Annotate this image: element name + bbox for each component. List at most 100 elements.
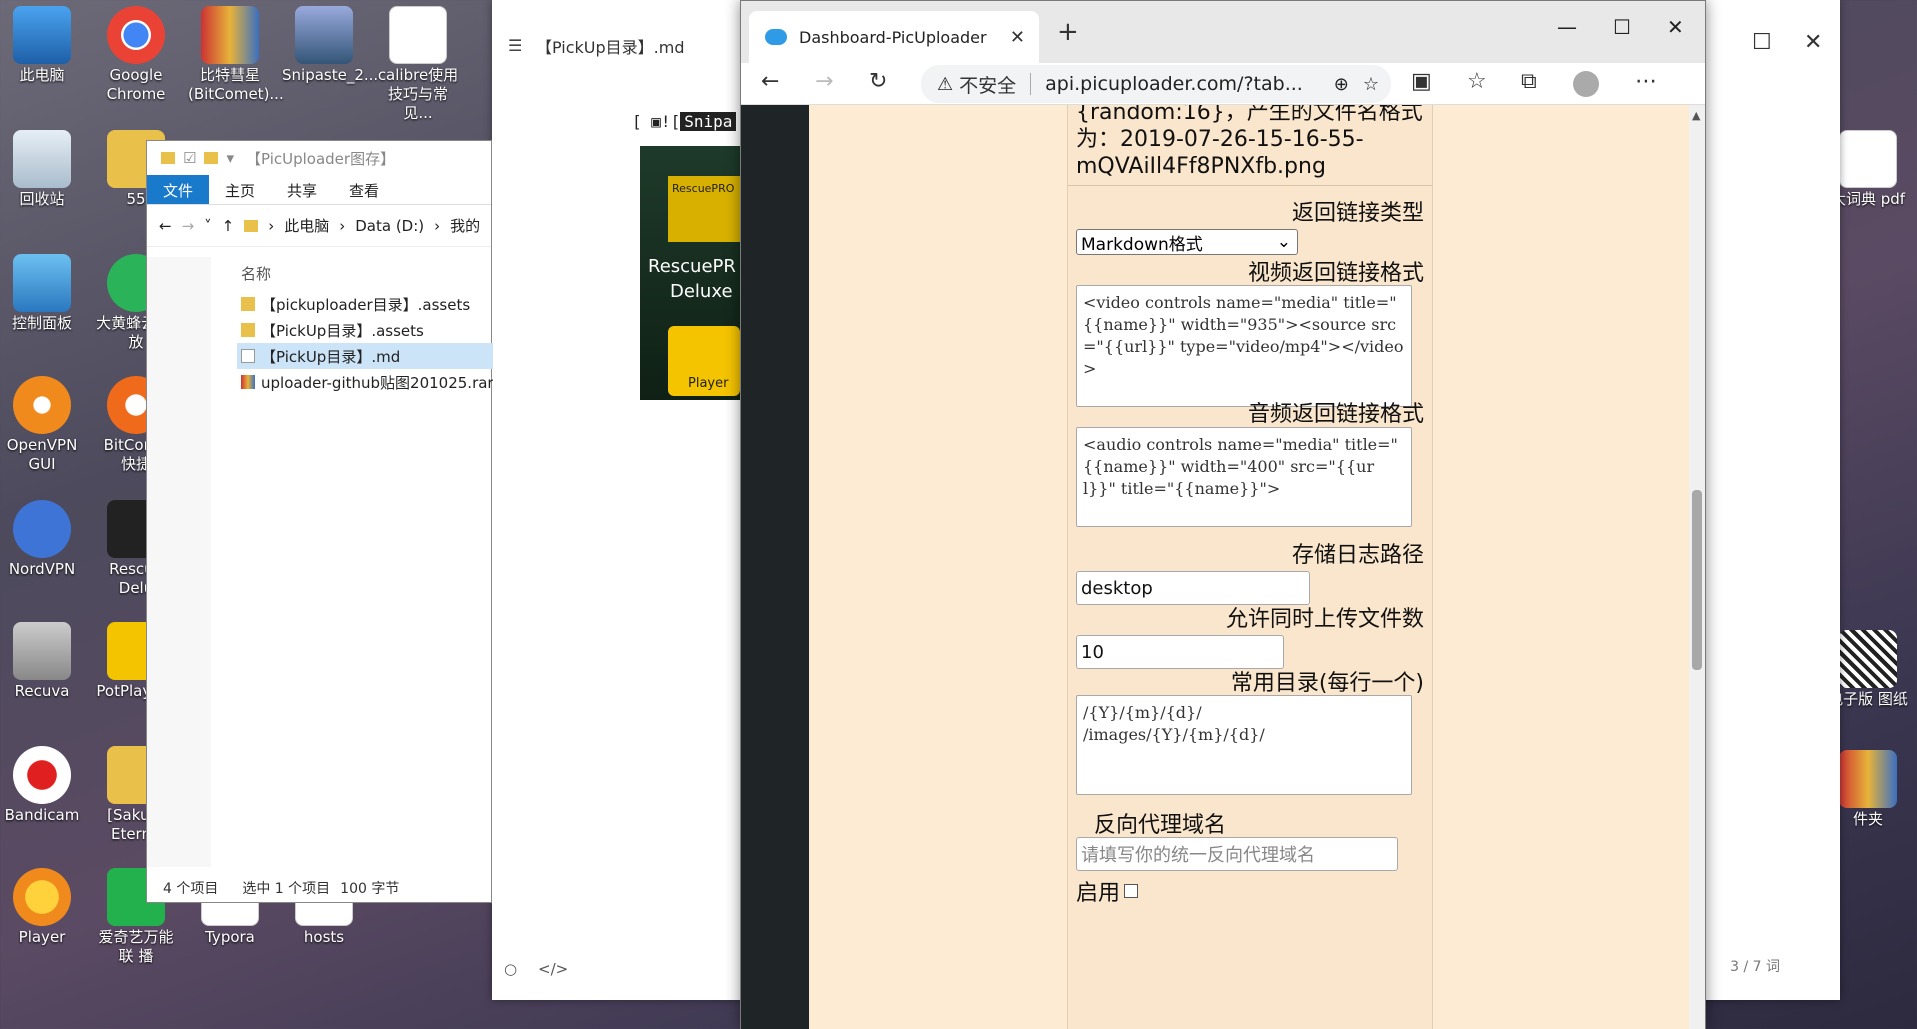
scroll-up-icon[interactable]: ▲ — [1692, 109, 1700, 122]
desktop-icon-recuva[interactable]: Recuva — [0, 622, 84, 701]
favorite-add-icon[interactable]: ☆ — [1363, 74, 1379, 95]
tab-home[interactable]: 主页 — [209, 175, 271, 204]
address-bar[interactable]: ← → ˅ ↑ › 此电脑 › Data (D:) › 我的 — [147, 205, 491, 247]
forward-arrow-icon[interactable]: → — [182, 217, 195, 235]
desktop-icon-openvpn[interactable]: OpenVPN GUI — [0, 376, 84, 474]
more-icon[interactable]: ⋯ — [1635, 69, 1657, 94]
chrome-icon — [107, 6, 165, 64]
desktop-icon-calibre-pdf[interactable]: calibre使用 技巧与常见... — [376, 6, 460, 123]
enable-row: 启用 — [1076, 875, 1139, 907]
desktop-icon-chrome[interactable]: Google Chrome — [94, 6, 178, 104]
tab-share[interactable]: 共享 — [271, 175, 333, 204]
return-link-type-wrapper: Markdown格式 ⌄ — [1076, 229, 1424, 255]
video-format-textarea[interactable]: <video controls name="media" title="{{na… — [1076, 285, 1412, 407]
desktop-icon-player[interactable]: Player — [0, 868, 84, 947]
zoom-icon[interactable]: ⊕ — [1334, 74, 1349, 95]
chevron-down-icon[interactable]: ˅ — [204, 217, 212, 235]
forward-arrow-icon[interactable]: → — [815, 69, 833, 94]
bandicam-icon — [13, 746, 71, 804]
player-logo: Player — [668, 326, 740, 396]
insecure-label[interactable]: 不安全 — [959, 71, 1016, 98]
folder-icon — [241, 323, 255, 337]
avatar[interactable] — [1573, 71, 1599, 97]
bracket-text: [ — [670, 112, 681, 131]
desktop-icon-nordvpn[interactable]: NordVPN — [0, 500, 84, 579]
chevron-right-icon: › — [434, 216, 441, 235]
desktop-icon-bitcomet[interactable]: 比特彗星 (BitComet)... — [188, 6, 284, 104]
checkbox-icon[interactable]: ☑ — [183, 149, 196, 167]
collections-icon[interactable]: ⧉ — [1521, 69, 1537, 94]
circle-icon[interactable]: ○ — [504, 960, 517, 978]
navigation-pane[interactable] — [147, 257, 211, 867]
proxy-domain-label: 反向代理域名 — [1094, 813, 1227, 838]
return-link-type-select[interactable]: Markdown格式 ⌄ — [1076, 229, 1298, 255]
desktop-icon-this-pc[interactable]: 此电脑 — [0, 6, 84, 85]
archive-icon — [201, 6, 259, 64]
back-arrow-icon[interactable]: ← — [761, 69, 779, 94]
status-selected: 选中 1 个项目 — [242, 881, 331, 897]
new-tab-button[interactable]: + — [1057, 17, 1079, 47]
breadcrumb-mine[interactable]: 我的 — [450, 215, 480, 236]
desktop-icon-snipaste[interactable]: Snipaste_2... — [282, 6, 378, 85]
control-panel-icon — [13, 254, 71, 312]
maximize-icon[interactable]: ☐ — [1613, 15, 1631, 39]
favorites-icon[interactable]: ☆ — [1467, 69, 1487, 94]
address-bar[interactable]: ⚠ 不安全 api.picuploader.com/?tab... ⊕ ☆ — [921, 65, 1391, 103]
reload-icon[interactable]: ↻ — [869, 69, 887, 94]
page-scrollbar[interactable]: ▲ — [1689, 105, 1705, 1029]
folder-icon — [241, 297, 255, 311]
desktop-icon-recycle-bin[interactable]: 回收站 — [0, 130, 84, 209]
source-code-icon[interactable]: </> — [538, 960, 568, 978]
desktop-icon-control-panel[interactable]: 控制面板 — [0, 254, 84, 333]
file-item[interactable]: 【pickuploader目录】.assets — [237, 291, 493, 317]
back-arrow-icon[interactable]: ← — [159, 217, 172, 235]
breadcrumb-this-pc[interactable]: 此电脑 — [284, 215, 329, 236]
desktop-icon-bandicam[interactable]: Bandicam — [0, 746, 84, 825]
word-count[interactable]: 3 / 7 词 — [1730, 956, 1780, 976]
folder-icon — [244, 219, 259, 232]
file-item[interactable]: 【PickUp目录】.assets — [237, 317, 493, 343]
vpn-lock-icon — [13, 376, 71, 434]
enable-checkbox[interactable] — [1124, 884, 1139, 898]
max-upload-input[interactable]: 10 — [1076, 635, 1284, 669]
typora-title: 【PickUp目录】.md — [536, 38, 685, 57]
chevron-right-icon: › — [268, 216, 275, 235]
computer-icon — [13, 6, 71, 64]
tab-view[interactable]: 查看 — [333, 175, 395, 204]
tab-dashboard[interactable]: Dashboard-PicUploader ✕ — [749, 11, 1039, 63]
close-icon[interactable]: ✕ — [1804, 30, 1822, 55]
tab-file[interactable]: 文件 — [147, 175, 210, 204]
scrollbar-thumb[interactable] — [1692, 490, 1702, 670]
explorer-title: 【PicUploader图存】 — [245, 149, 396, 168]
menu-icon[interactable]: ☰ — [508, 36, 522, 55]
archive-icon — [1839, 750, 1897, 808]
audio-format-textarea[interactable]: <audio controls name="media" title="{{na… — [1076, 427, 1412, 527]
divider — [1068, 185, 1432, 186]
close-window-icon[interactable]: ✕ — [1667, 15, 1684, 39]
rescuepro-logo: RescuePRO — [668, 176, 740, 242]
minimize-icon[interactable]: — — [1557, 15, 1577, 39]
file-item-selected[interactable]: 【PickUp目录】.md — [237, 343, 493, 369]
bracket-text: [ — [632, 112, 642, 131]
markdown-line[interactable]: [ ▣![Snipa — [632, 112, 737, 131]
log-path-input[interactable]: desktop — [1076, 571, 1310, 605]
column-header-name[interactable]: 名称 — [241, 263, 271, 284]
nordvpn-icon — [13, 500, 71, 558]
chevron-down-icon[interactable]: ▾ — [226, 149, 234, 167]
close-tab-icon[interactable]: ✕ — [1010, 27, 1025, 48]
url-text[interactable]: api.picuploader.com/?tab... — [1045, 73, 1303, 95]
preview-text-2: Deluxe — [670, 281, 733, 302]
max-upload-wrapper: 10 — [1076, 635, 1424, 669]
dashboard-sidebar — [741, 105, 809, 1029]
common-dirs-textarea[interactable]: /{Y}/{m}/{d}/ /images/{Y}/{m}/{d}/ — [1076, 695, 1412, 795]
extension-icon[interactable]: ▣ — [1411, 69, 1432, 94]
up-arrow-icon[interactable]: ↑ — [222, 217, 235, 235]
status-count: 4 个项目 — [163, 881, 219, 897]
proxy-domain-input[interactable]: 请填写你的统一反向代理域名 — [1076, 837, 1398, 871]
maximize-icon[interactable]: ☐ — [1752, 30, 1772, 55]
explorer-titlebar: ☑ ▾ 【PicUploader图存】 — [147, 141, 491, 175]
status-bar: 4 个项目 选中 1 个项目 100 字节 — [163, 878, 399, 898]
warning-icon[interactable]: ⚠ — [937, 74, 953, 95]
breadcrumb-data-d[interactable]: Data (D:) — [355, 217, 424, 235]
file-item[interactable]: uploader-github贴图201025.rar — [237, 369, 493, 395]
